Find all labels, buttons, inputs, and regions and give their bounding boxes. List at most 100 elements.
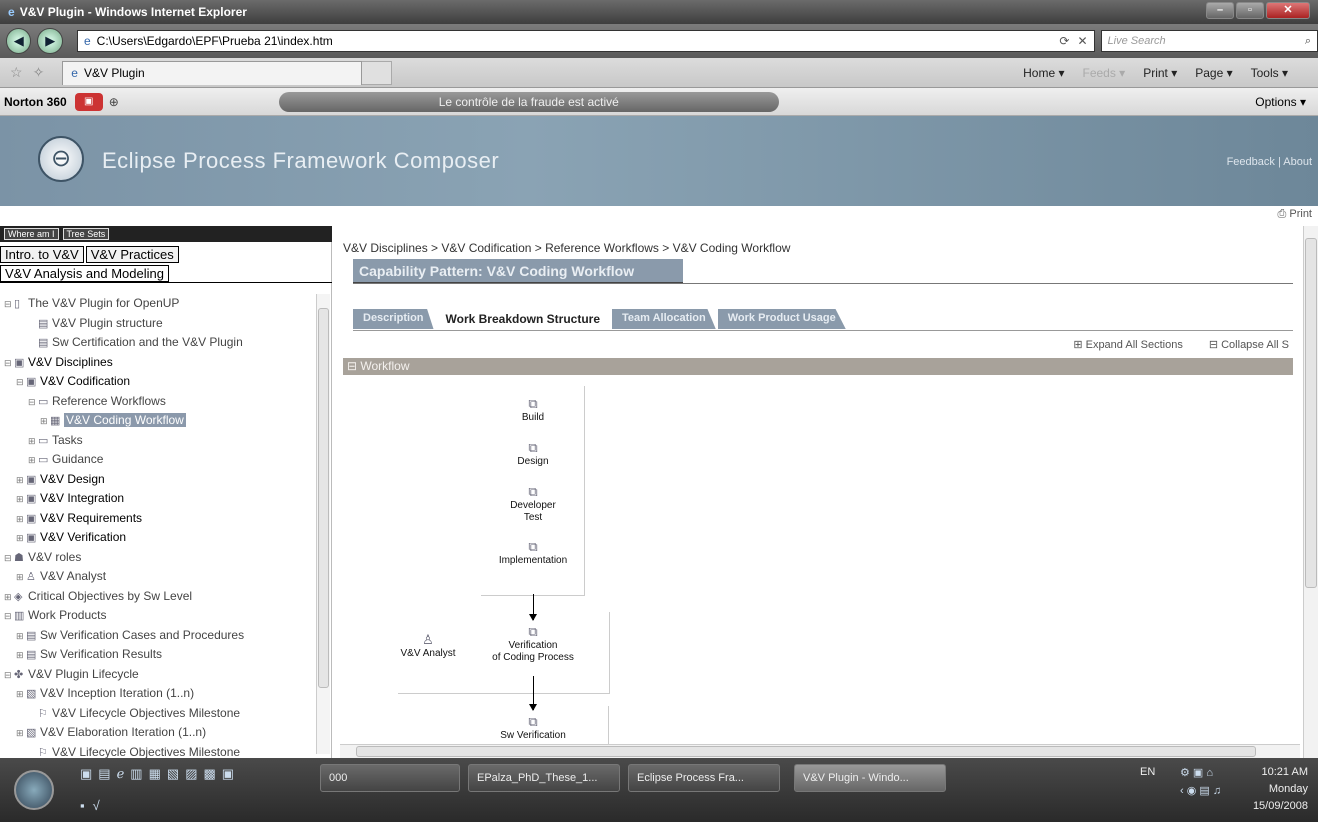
collapse-all-link[interactable]: ⊟ Collapse All S (1209, 338, 1289, 351)
page-button[interactable]: Page ▾ (1195, 66, 1232, 80)
expand-toggle-icon[interactable]: ⊟ (4, 549, 14, 568)
node-sw-verification[interactable]: ⧉ Sw Verification (483, 715, 583, 742)
expand-toggle-icon[interactable]: ⊟ (16, 373, 26, 392)
forward-button[interactable]: ▶ (37, 28, 63, 54)
browser-tab[interactable]: e V&V Plugin (62, 60, 363, 85)
expand-toggle-icon[interactable]: ⊟ (4, 666, 14, 685)
system-tray-icons[interactable]: ⚙ ▣ ⌂ ‹ ◉ ▤ ♫ (1180, 764, 1221, 800)
main-vertical-scrollbar[interactable] (1303, 226, 1318, 758)
close-button[interactable]: ✕ (1266, 2, 1310, 19)
expand-toggle-icon[interactable]: ⊞ (16, 529, 26, 548)
expand-toggle-icon[interactable]: ⊞ (28, 451, 38, 470)
feeds-button[interactable]: Feeds ▾ (1082, 66, 1125, 80)
tree-item[interactable]: ⊞ ▤ Sw Verification Results (0, 645, 316, 665)
start-button[interactable] (14, 770, 54, 810)
address-bar[interactable]: e C:\Users\Edgardo\EPF\Prueba 21\index.h… (76, 30, 1095, 52)
tree-item[interactable]: ▤ V&V Plugin structure (0, 314, 316, 334)
print-link[interactable]: ⎙ Print (1278, 208, 1312, 221)
taskbar-button-folder[interactable]: 000 (320, 764, 460, 792)
where-am-i-button[interactable]: Where am I (4, 228, 59, 240)
options-menu[interactable]: Options ▾ (1255, 95, 1318, 109)
quick-launch-icon[interactable]: ▪ (80, 798, 85, 813)
tree-item[interactable]: ⊟ ▣ V&V Disciplines (0, 353, 316, 373)
quick-launch-icon[interactable]: √ (93, 798, 100, 813)
quick-launch-icon[interactable]: ▨ (185, 766, 197, 782)
home-button[interactable]: Home ▾ (1023, 66, 1064, 80)
expand-toggle-icon[interactable]: ⊟ (4, 607, 14, 626)
tree-item[interactable]: ⊞ ▭ Guidance (0, 450, 316, 470)
maximize-button[interactable]: ▫ (1236, 2, 1264, 19)
print-button[interactable]: Print ▾ (1143, 66, 1177, 80)
back-button[interactable]: ◀ (6, 28, 32, 54)
tools-button[interactable]: Tools ▾ (1251, 66, 1288, 80)
expand-toggle-icon[interactable]: ⊞ (4, 588, 14, 607)
taskbar-button-eclipse[interactable]: Eclipse Process Fra... (628, 764, 780, 792)
tree-item[interactable]: ⊞ ▣ V&V Design (0, 470, 316, 490)
expand-toggle-icon[interactable]: ⊞ (40, 412, 50, 431)
workflow-section-header[interactable]: ⊟ Workflow (343, 358, 1293, 375)
new-tab-button[interactable] (362, 60, 393, 85)
tabset-practices[interactable]: V&V Practices (85, 246, 179, 263)
tab-description[interactable]: Description (353, 309, 434, 329)
tree-item[interactable]: ⊞ ▣ V&V Requirements (0, 509, 316, 529)
quick-launch-icon[interactable]: ▩ (203, 766, 215, 782)
tree-item[interactable]: ⊞ ▦ V&V Coding Workflow (0, 411, 316, 431)
fraud-status[interactable]: Le contrôle de la fraude est activé (278, 91, 779, 112)
expand-toggle-icon[interactable]: ⊞ (16, 568, 26, 587)
expand-toggle-icon[interactable]: ⊟ (4, 295, 14, 314)
globe-icon[interactable]: ⊕ (109, 95, 119, 109)
refresh-icon[interactable]: ⟳ (1059, 34, 1069, 48)
node-design[interactable]: ⧉ Design (503, 441, 563, 468)
tree-sets-button[interactable]: Tree Sets (62, 228, 110, 240)
tree-item[interactable]: ⚐ V&V Lifecycle Objectives Milestone (0, 704, 316, 724)
main-vscroll-thumb[interactable] (1305, 238, 1317, 588)
breadcrumb[interactable]: V&V Disciplines > V&V Codification > Ref… (343, 241, 790, 255)
expand-toggle-icon[interactable]: ⊞ (16, 490, 26, 509)
clock[interactable]: 10:21 AM Monday 15/09/2008 (1253, 764, 1308, 815)
search-input[interactable]: Live Search ⌕ (1100, 30, 1318, 52)
quick-launch-icon[interactable]: ▥ (130, 766, 142, 782)
tree-item[interactable]: ⊞ ▤ Sw Verification Cases and Procedures (0, 626, 316, 646)
language-indicator[interactable]: EN (1140, 766, 1155, 778)
tree-item[interactable]: ⊞ ▧ V&V Inception Iteration (1..n) (0, 684, 316, 704)
node-vv-analyst[interactable]: ♙ V&V Analyst (393, 633, 463, 660)
tabset-analysis[interactable]: V&V Analysis and Modeling (0, 265, 169, 282)
tree-item[interactable]: ⊟ ▭ Reference Workflows (0, 392, 316, 412)
quick-launch-icon[interactable]: ▣ (222, 766, 234, 782)
favorites-star-icon[interactable]: ☆ (10, 64, 23, 81)
tree-item[interactable]: ⊞ ♙ V&V Analyst (0, 567, 316, 587)
tree-item[interactable]: ▤ Sw Certification and the V&V Plugin (0, 333, 316, 353)
tree-scroll-thumb[interactable] (318, 308, 329, 688)
node-implementation[interactable]: ⧉ Implementation (488, 540, 578, 567)
tab-team-allocation[interactable]: Team Allocation (612, 309, 716, 329)
tree-scrollbar[interactable] (316, 294, 330, 754)
tree-item[interactable]: ⊟ ▥ Work Products (0, 606, 316, 626)
tree-item[interactable]: ⊟ ☗ V&V roles (0, 548, 316, 568)
expand-toggle-icon[interactable]: ⊞ (16, 627, 26, 646)
quick-launch-icon[interactable]: ▣ (80, 766, 92, 782)
expand-all-link[interactable]: ⊞ Expand All Sections (1073, 338, 1183, 351)
expand-toggle-icon[interactable]: ⊟ (4, 354, 14, 373)
tree-item[interactable]: ⊟ ▣ V&V Codification (0, 372, 316, 392)
quick-launch-icon[interactable]: ℯ (117, 766, 125, 782)
quick-launch-icon[interactable]: ▧ (167, 766, 179, 782)
tab-work-breakdown[interactable]: Work Breakdown Structure (435, 309, 610, 329)
expand-toggle-icon[interactable]: ⊞ (16, 471, 26, 490)
tree-item[interactable]: ⊞ ▣ V&V Verification (0, 528, 316, 548)
tree-item[interactable]: ⊟ ✤ V&V Plugin Lifecycle (0, 665, 316, 685)
tree-item[interactable]: ⊞ ▣ V&V Integration (0, 489, 316, 509)
taskbar-button-thesis[interactable]: EPalza_PhD_These_1... (468, 764, 620, 792)
quick-launch-icon[interactable]: ▦ (149, 766, 161, 782)
expand-toggle-icon[interactable]: ⊞ (16, 685, 26, 704)
tree-item[interactable]: ⊟ ▯ The V&V Plugin for OpenUP (0, 294, 316, 314)
main-hscroll-thumb[interactable] (356, 746, 1256, 757)
expand-toggle-icon[interactable]: ⊟ (28, 393, 38, 412)
search-icon[interactable]: ⌕ (1305, 35, 1311, 48)
node-developer-test[interactable]: ⧉ Developer Test (498, 485, 568, 524)
taskbar-button-vv-plugin[interactable]: V&V Plugin - Windo... (794, 764, 946, 792)
add-favorites-icon[interactable]: ✧ (33, 64, 45, 81)
feedback-about-links[interactable]: Feedback | About (1227, 156, 1312, 168)
node-build[interactable]: ⧉ Build (503, 397, 563, 424)
minimize-button[interactable]: – (1206, 2, 1234, 19)
expand-toggle-icon[interactable]: ⊞ (28, 432, 38, 451)
